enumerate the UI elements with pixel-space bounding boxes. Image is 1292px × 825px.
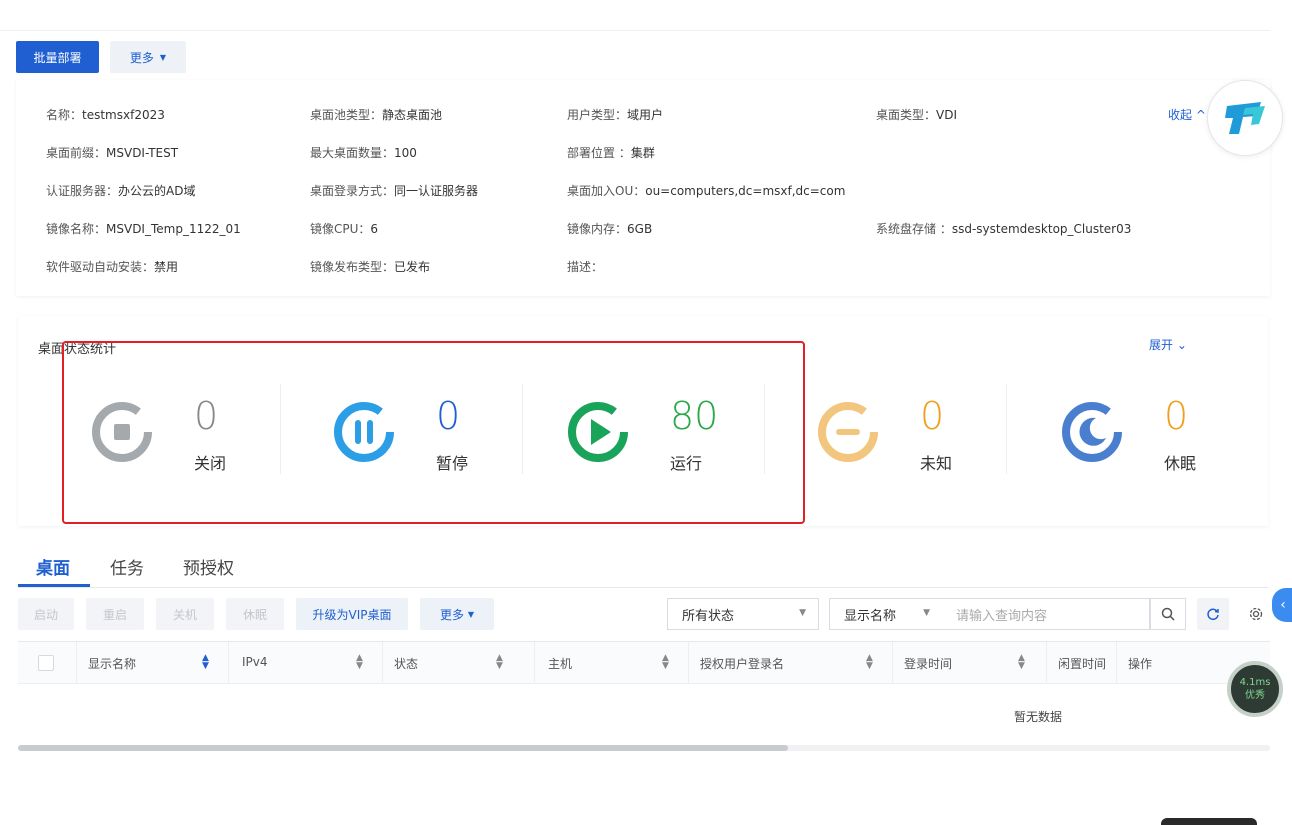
collapse-link[interactable]: 收起 ^ — [1168, 106, 1206, 123]
info-image-memory: 镜像内存：6GB — [567, 222, 653, 236]
info-ou: 桌面加入OU：ou=computers,dc=msxf,dc=com — [567, 184, 846, 198]
status-filter-select[interactable]: 所有状态 ▼ — [667, 598, 819, 630]
sort-icon[interactable]: ▲ ▼ — [662, 654, 669, 671]
restart-button[interactable]: 重启 — [86, 598, 144, 630]
tab-bar: 桌面 任务 预授权 — [18, 548, 1268, 588]
stat-sleep: 0 休眠 — [1058, 386, 1258, 476]
select-all-checkbox[interactable] — [38, 655, 54, 671]
shutdown-button[interactable]: 关机 — [156, 598, 214, 630]
search-button[interactable] — [1150, 598, 1186, 630]
col-authorized-user[interactable]: 授权用户登录名 — [700, 655, 784, 672]
top-divider — [0, 30, 1270, 31]
start-button[interactable]: 启动 — [18, 598, 74, 630]
caret-down-icon: ▼ — [923, 608, 930, 618]
sort-icon[interactable]: ▲ ▼ — [496, 654, 503, 671]
col-idle-time: 闲置时间 — [1058, 657, 1107, 671]
pool-info-card: 名称：testmsxf2023 桌面池类型：静态桌面池 用户类型：域用户 桌面类… — [16, 80, 1270, 296]
batch-deploy-button[interactable]: 批量部署 — [16, 41, 99, 73]
caret-down-icon: ▼ — [467, 609, 474, 619]
settings-button[interactable] — [1240, 598, 1272, 630]
bottom-corner-element — [1161, 818, 1257, 825]
performance-badge: 4.1ms 优秀 — [1227, 661, 1283, 717]
info-system-storage: 系统盘存储 ：ssd-systemdesktop_Cluster03 — [876, 222, 1132, 236]
side-panel-toggle[interactable]: ‹ — [1272, 588, 1292, 622]
tab-desktop[interactable]: 桌面 — [36, 554, 70, 579]
table-header: 显示名称 ▲ ▼ IPv4 ▲ ▼ 状态 ▲ ▼ 主机 ▲ ▼ 授权用户登录名 ▲ ▼ 登… — [18, 642, 1270, 684]
more-actions-button[interactable]: 更多 ▼ — [420, 598, 494, 630]
info-prefix: 桌面前缀：MSVDI-TEST — [46, 146, 179, 160]
col-host[interactable]: 主机 — [548, 655, 572, 672]
info-description: 描述： — [567, 260, 604, 274]
tab-tasks[interactable]: 任务 — [110, 554, 144, 579]
assistant-logo-icon[interactable] — [1207, 80, 1283, 156]
col-display-name[interactable]: 显示名称 — [88, 655, 136, 672]
info-login-method: 桌面登录方式：同一认证服务器 — [310, 184, 479, 198]
tab-active-indicator — [18, 584, 90, 587]
unknown-icon — [818, 402, 878, 462]
caret-down-icon: ▼ — [799, 608, 806, 618]
empty-state: 暂无数据 — [1014, 710, 1063, 724]
tab-pre-authorize[interactable]: 预授权 — [183, 554, 234, 579]
col-status[interactable]: 状态 — [394, 655, 418, 672]
refresh-icon — [1207, 608, 1219, 621]
more-label: 更多 — [129, 50, 154, 65]
chevron-left-icon: ‹ — [1280, 597, 1286, 613]
info-max-desktops: 最大桌面数量：100 — [310, 146, 417, 160]
stat-unknown: 0 未知 — [814, 386, 1014, 476]
col-actions: 操作 — [1128, 657, 1153, 671]
refresh-button[interactable] — [1197, 598, 1229, 630]
moon-icon — [1062, 402, 1122, 462]
search-field-select[interactable]: 显示名称 ▼ — [829, 598, 943, 630]
info-user-type: 用户类型：域用户 — [567, 108, 664, 122]
gear-icon — [1249, 607, 1263, 621]
info-auto-driver: 软件驱动自动安装：禁用 — [46, 260, 179, 274]
highlight-box — [62, 341, 805, 524]
sort-icon[interactable]: ▲ ▼ — [202, 654, 209, 671]
info-image-cpu: 镜像CPU：6 — [310, 222, 379, 236]
sort-icon[interactable]: ▲ ▼ — [356, 654, 363, 671]
info-deploy-location: 部署位置 ：集群 — [567, 146, 655, 160]
search-icon — [1161, 607, 1175, 621]
info-auth-server: 认证服务器：办公云的AD域 — [46, 184, 196, 198]
scrollbar-thumb[interactable] — [18, 745, 788, 751]
sort-icon[interactable]: ▲ ▼ — [1018, 654, 1025, 671]
sort-icon[interactable]: ▲ ▼ — [866, 654, 873, 671]
upgrade-vip-button[interactable]: 升级为VIP桌面 — [296, 598, 408, 630]
col-login-time[interactable]: 登录时间 — [904, 655, 952, 672]
caret-down-icon: ▼ — [159, 52, 167, 62]
more-dropdown-button[interactable]: 更多 ▼ — [110, 41, 186, 73]
info-name: 名称：testmsxf2023 — [46, 108, 165, 122]
info-pool-type: 桌面池类型：静态桌面池 — [310, 108, 443, 122]
info-image-name: 镜像名称：MSVDI_Temp_1122_01 — [46, 222, 241, 236]
info-desktop-type: 桌面类型：VDI — [876, 108, 958, 122]
col-ipv4[interactable]: IPv4 — [242, 655, 268, 669]
search-input[interactable]: 请输入查询内容 — [942, 598, 1150, 630]
expand-link[interactable]: 展开 ⌄ — [1149, 336, 1187, 353]
sleep-button[interactable]: 休眠 — [226, 598, 284, 630]
info-publish-type: 镜像发布类型：已发布 — [310, 260, 431, 274]
desktop-table: 显示名称 ▲ ▼ IPv4 ▲ ▼ 状态 ▲ ▼ 主机 ▲ ▼ 授权用户登录名 ▲ ▼ 登… — [18, 641, 1270, 751]
